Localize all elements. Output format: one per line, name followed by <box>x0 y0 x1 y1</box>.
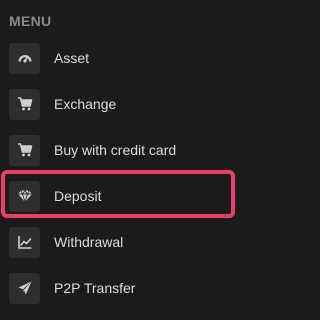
menu-heading: MENU <box>9 13 52 29</box>
send-icon <box>9 272 40 304</box>
menu-item-label: Deposit <box>54 188 102 204</box>
menu-item-buy-with-credit-card[interactable]: Buy with credit card <box>9 134 176 166</box>
menu-item-exchange[interactable]: Exchange <box>9 88 116 120</box>
diamond-icon <box>9 180 40 212</box>
menu-item-label: Exchange <box>54 96 117 112</box>
cart-icon <box>9 134 40 166</box>
menu-item-label: Asset <box>54 50 90 66</box>
menu-item-label: Buy with credit card <box>54 142 177 158</box>
cart-icon <box>9 88 40 120</box>
menu-item-deposit[interactable]: Deposit <box>9 180 101 212</box>
menu-item-label: Withdrawal <box>54 234 124 250</box>
menu-item-asset[interactable]: Asset <box>9 42 89 74</box>
menu-item-label: P2P Transfer <box>54 280 136 296</box>
sidebar-menu: MENU Asset Exchange Buy with credit card… <box>0 0 247 320</box>
menu-item-p2p-transfer[interactable]: P2P Transfer <box>9 272 135 304</box>
gauge-icon <box>9 42 40 74</box>
menu-item-withdrawal[interactable]: Withdrawal <box>9 226 123 258</box>
chart-icon <box>9 226 40 258</box>
